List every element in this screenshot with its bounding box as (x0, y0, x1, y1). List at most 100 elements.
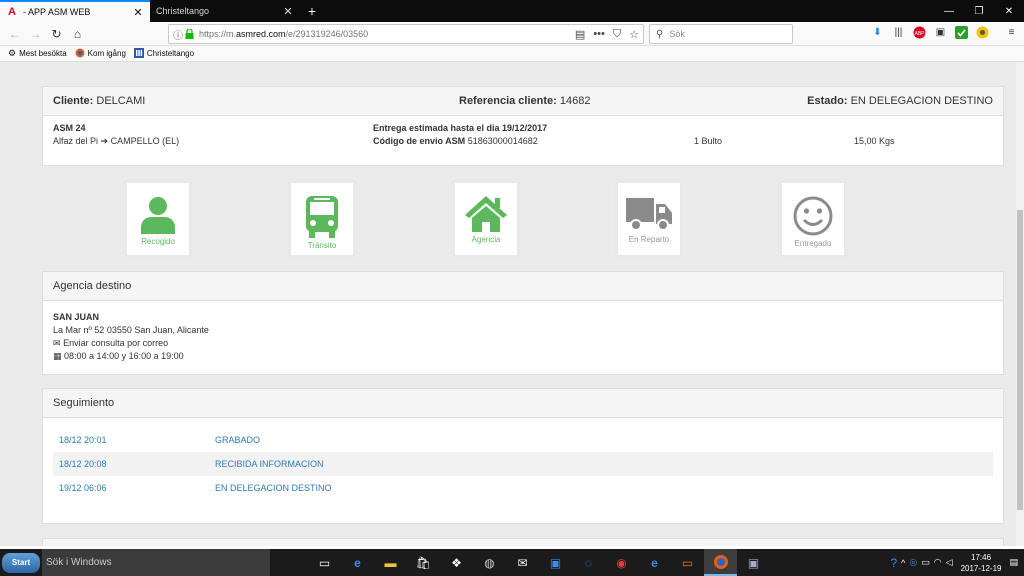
gear-icon: ⚙ (8, 48, 17, 58)
step-label: Tránsito (307, 241, 337, 250)
peso: 15,00 Kgs (854, 136, 895, 146)
outlook-icon[interactable]: ▭ (671, 549, 704, 576)
app-window-icon[interactable]: ▣ (737, 549, 770, 576)
restore-icon[interactable]: ❐ (964, 0, 994, 22)
tracking-status: RECIBIDA INFORMACION (215, 459, 324, 469)
bookmark-kom-igang[interactable]: Kom igång (75, 48, 126, 60)
page-content: Cliente: DELCAMI Referencia cliente: 146… (0, 62, 1016, 546)
notifications-icon[interactable]: ▤ (1009, 557, 1018, 568)
scrollbar-thumb[interactable] (1017, 210, 1023, 510)
tracking-status: GRABADO (215, 435, 261, 445)
battery-icon[interactable]: ▭ (921, 557, 930, 568)
close-tab-icon[interactable]: ✕ (282, 5, 294, 18)
search-bar[interactable]: ⚲ Sök (649, 24, 793, 44)
step-label: Recogido (141, 237, 175, 246)
pocket-icon[interactable]: ⛉ (613, 28, 621, 41)
start-button[interactable]: Start (2, 552, 40, 573)
adblock-icon[interactable]: ABP (912, 25, 927, 40)
page-scrollbar[interactable] (1016, 62, 1024, 546)
app-red-icon[interactable]: ◉ (605, 549, 638, 576)
chevron-up-icon[interactable]: ^ (901, 558, 905, 568)
close-tab-icon[interactable]: ✕ (132, 6, 144, 19)
codigo-envio: Código de envio ASM 51863000014682 (373, 136, 538, 146)
home-button[interactable]: ⌂ (67, 24, 88, 44)
tracking-panel: Seguimiento 18/12 20:01 GRABADO 18/12 20… (42, 388, 1004, 524)
edge-icon[interactable]: e (341, 549, 374, 576)
tracking-row: 19/12 06:06 EN DELEGACION DESTINO (53, 476, 993, 500)
forward-button[interactable]: → (25, 24, 46, 44)
smiley-icon (793, 196, 833, 236)
new-tab-button[interactable]: + (300, 0, 324, 22)
volume-icon[interactable]: ◁ (946, 557, 953, 568)
tab-app-asm-web[interactable]: A - APP ASM WEB ✕ (0, 0, 150, 22)
minimize-icon[interactable]: — (934, 0, 964, 22)
sidebar-icon[interactable]: ▣ (933, 25, 948, 40)
taskbar-search[interactable]: Sök i Windows (42, 549, 270, 576)
site-icon (133, 47, 144, 60)
arrow-right-icon: ➔ (100, 136, 109, 146)
origin-name: ASM 24 (53, 123, 86, 133)
url-bar[interactable]: ⓘ https://m.asmred.com/e/291319246/03560… (168, 24, 644, 44)
email-link[interactable]: ✉ Enviar consulta por correo (53, 337, 993, 350)
bookmark-star-icon[interactable]: ☆ (629, 28, 639, 41)
firefox-taskbar-icon[interactable] (704, 549, 737, 576)
app-icon[interactable]: ◍ (473, 549, 506, 576)
tab-bar: A - APP ASM WEB ✕ Christeltango ✕ + — ❐ … (0, 0, 1024, 22)
tracking-date: 18/12 20:08 (59, 459, 107, 469)
svg-text:ABP: ABP (914, 31, 925, 37)
page-actions-icon[interactable]: ••• (593, 28, 605, 41)
step-label: En Reparto (628, 235, 670, 244)
task-view-icon[interactable]: ▭ (308, 549, 341, 576)
close-window-icon[interactable]: ✕ (994, 0, 1024, 22)
checkmark-extension-icon[interactable] (954, 25, 969, 40)
step-en-reparto: En Reparto (615, 180, 683, 258)
firefox-icon (75, 48, 85, 60)
shipment-summary-panel: Cliente: DELCAMI Referencia cliente: 146… (42, 86, 1004, 166)
wifi-icon[interactable]: ◠ (934, 557, 942, 568)
clock[interactable]: 17:46 2017-12-19 (961, 552, 1002, 574)
menu-icon[interactable]: ≡ (1004, 25, 1019, 40)
agency-heading: Agencia destino (43, 272, 1003, 301)
help-icon[interactable]: ? (890, 556, 897, 570)
extension-icon[interactable] (975, 25, 990, 40)
tab-title: - APP ASM WEB (23, 7, 91, 17)
internet-explorer-icon[interactable]: e (638, 549, 671, 576)
bookmark-christeltango[interactable]: Christeltango (133, 47, 194, 60)
reload-button[interactable]: ↻ (46, 24, 67, 44)
tray-app-icon[interactable]: ◎ (909, 557, 917, 568)
store-icon[interactable]: 🛍 (407, 549, 440, 576)
ccleaner-icon[interactable]: ◌ (572, 549, 605, 576)
step-label: Agencia (471, 235, 501, 244)
file-explorer-icon[interactable]: ▬ (374, 549, 407, 576)
system-tray: ? ^ ◎ ▭ ◠ ◁ 17:46 2017-12-19 ▤ (890, 552, 1024, 574)
status-steps: Recogido Tránsito Agencia En Reparto Ent… (0, 180, 1016, 260)
back-button[interactable]: ← (4, 24, 25, 44)
search-placeholder: Sök (669, 29, 685, 39)
agency-name: SAN JUAN (53, 312, 100, 322)
dropbox-icon[interactable]: ❖ (440, 549, 473, 576)
step-agencia: Agencia (452, 180, 520, 258)
url-text: https://m.asmred.com/e/291319246/03560 (199, 29, 369, 39)
step-label: Entregado (794, 239, 832, 248)
tab-christeltango[interactable]: Christeltango ✕ (150, 0, 300, 22)
tracking-row: 18/12 20:01 GRABADO (53, 428, 993, 452)
app-blue-icon[interactable]: ▣ (539, 549, 572, 576)
library-icon[interactable]: ||| (891, 25, 906, 40)
lock-icon[interactable] (185, 28, 195, 39)
bookmark-mest-besokta[interactable]: ⚙ Mest besökta (8, 48, 67, 59)
route: Alfaz del Pi ➔ CAMPELLO (EL) (53, 136, 180, 146)
navigation-bar: ← → ↻ ⌂ ⓘ https://m.asmred.com/e/2913192… (0, 22, 1024, 46)
calendar-icon: ▦ (53, 351, 62, 361)
download-icon[interactable]: ⬇ (870, 25, 885, 40)
tracking-status: EN DELEGACION DESTINO (215, 483, 332, 493)
next-panel-edge (42, 538, 1004, 546)
reader-view-icon[interactable]: ▤ (575, 28, 585, 41)
estado-field: Estado: EN DELEGACION DESTINO (807, 95, 993, 107)
tracking-date: 19/12 06:06 (59, 483, 107, 493)
agency-address: La Mar nº 52 03550 San Juan, Alicante (53, 325, 209, 335)
person-icon (141, 197, 175, 234)
mail-icon[interactable]: ✉ (506, 549, 539, 576)
cliente-field: Cliente: DELCAMI (53, 95, 146, 107)
info-icon[interactable]: ⓘ (173, 27, 183, 42)
bookmarks-bar: ⚙ Mest besökta Kom igång Christeltango (0, 46, 1024, 62)
